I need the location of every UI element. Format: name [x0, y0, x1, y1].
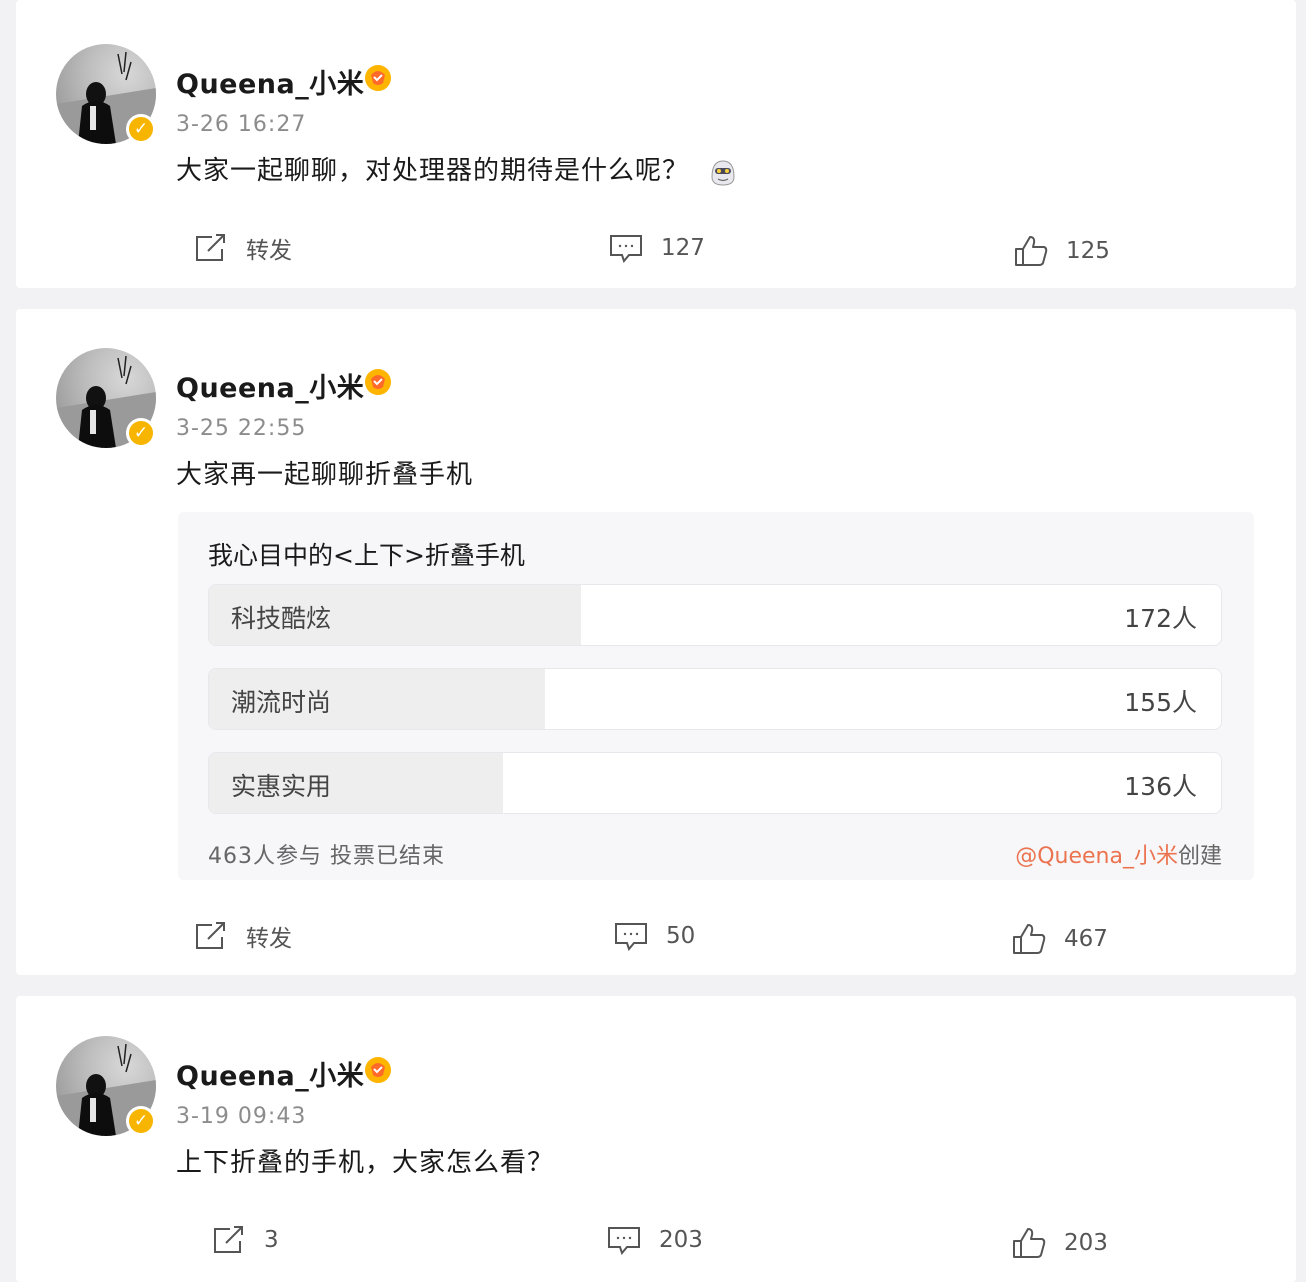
poll-title: 我心目中的<上下>折叠手机	[208, 541, 525, 570]
like-count: 467	[1064, 926, 1108, 952]
post-card: ✓ Queena_小米 3-26 16:27 大家一起聊聊，对处理器的期待是什么…	[16, 0, 1296, 288]
poll-option-count: 172人	[1124, 604, 1197, 633]
poll-option-count: 155人	[1124, 688, 1197, 717]
comment-icon	[615, 923, 647, 951]
verified-icon: ✓	[126, 418, 156, 448]
post-time[interactable]: 3-19 09:43	[176, 1104, 306, 1129]
like-button[interactable]: 467	[1012, 919, 1108, 959]
post-time[interactable]: 3-25 22:55	[176, 416, 306, 441]
poll-option-label: 潮流时尚	[231, 688, 332, 717]
post-card: ✓ Queena_小米 3-19 09:43 上下折叠的手机，大家怎么看？ 3 …	[16, 996, 1296, 1282]
action-bar: 转发 127 125	[16, 228, 1296, 268]
like-icon	[1013, 1228, 1046, 1258]
like-icon	[1013, 924, 1046, 954]
like-count: 125	[1066, 238, 1110, 264]
comment-button[interactable]: 127	[609, 228, 705, 268]
poll-option[interactable]: 潮流时尚 155人	[208, 668, 1222, 730]
comment-button[interactable]: 50	[614, 916, 695, 956]
repost-button[interactable]: 3	[212, 1220, 279, 1260]
fan-badge-icon[interactable]	[363, 63, 393, 93]
post-text: 上下折叠的手机，大家怎么看？	[176, 1148, 555, 1178]
poll-option-count: 136人	[1124, 772, 1197, 801]
repost-icon	[214, 1226, 243, 1253]
comment-icon	[608, 1227, 640, 1255]
post-text: 大家一起聊聊，对处理器的期待是什么呢？	[176, 150, 740, 189]
poll-summary: 463人参与 投票已结束	[208, 844, 445, 869]
comment-count: 50	[666, 923, 696, 949]
post-text: 大家再一起聊聊折叠手机	[176, 460, 474, 490]
user-name[interactable]: Queena_小米	[176, 366, 364, 405]
poll-option-label: 科技酷炫	[231, 604, 332, 633]
action-bar: 转发 50 467	[16, 916, 1296, 956]
like-button[interactable]: 125	[1014, 231, 1110, 271]
comment-icon	[610, 235, 642, 263]
user-name[interactable]: Queena_小米	[176, 62, 364, 101]
poll-creator: @Queena_小米创建	[1015, 838, 1222, 870]
comment-count: 203	[659, 1227, 703, 1253]
poll-option[interactable]: 科技酷炫 172人	[208, 584, 1222, 646]
action-bar: 3 203 203	[16, 1220, 1296, 1260]
poll-card: 我心目中的<上下>折叠手机 科技酷炫 172人 潮流时尚 155人 实惠实用 1…	[178, 512, 1254, 880]
post-card: ✓ Queena_小米 3-25 22:55 大家再一起聊聊折叠手机 我心目中的…	[16, 309, 1296, 975]
repost-button[interactable]: 转发	[194, 916, 292, 956]
fan-badge-icon[interactable]	[363, 367, 393, 397]
repost-button[interactable]: 转发	[194, 228, 292, 268]
repost-label: 转发	[246, 238, 292, 264]
like-button[interactable]: 203	[1012, 1223, 1108, 1263]
repost-count: 3	[264, 1227, 279, 1253]
poll-option[interactable]: 实惠实用 136人	[208, 752, 1222, 814]
repost-icon	[196, 922, 225, 949]
comment-button[interactable]: 203	[607, 1220, 703, 1260]
comment-count: 127	[661, 235, 705, 261]
post-text-content: 大家一起聊聊，对处理器的期待是什么呢？	[176, 156, 690, 186]
fan-badge-icon[interactable]	[363, 1055, 393, 1085]
user-name[interactable]: Queena_小米	[176, 1054, 364, 1093]
verified-icon: ✓	[126, 114, 156, 144]
repost-label: 转发	[246, 926, 292, 952]
like-count: 203	[1064, 1230, 1108, 1256]
like-icon	[1015, 236, 1048, 266]
post-time[interactable]: 3-26 16:27	[176, 112, 306, 137]
emoji-icon	[711, 159, 735, 186]
repost-icon	[196, 234, 225, 261]
poll-creator-suffix: 创建	[1177, 844, 1222, 869]
poll-creator-link[interactable]: @Queena_小米	[1015, 844, 1178, 869]
verified-icon: ✓	[126, 1106, 156, 1136]
poll-option-label: 实惠实用	[231, 772, 332, 801]
